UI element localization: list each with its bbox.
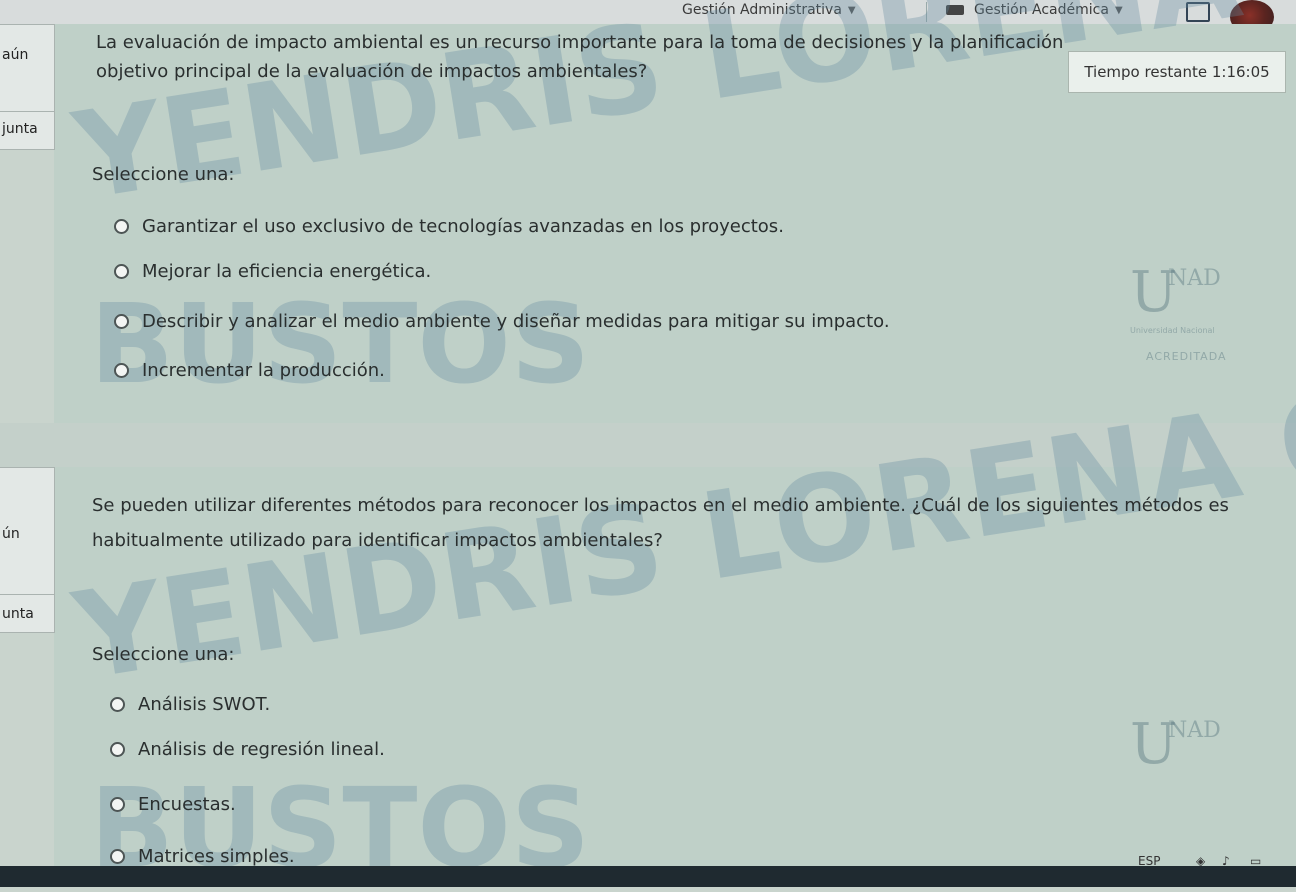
question-2-text-line1: Se pueden utilizar diferentes métodos pa… [92, 495, 1229, 516]
question-2-option-c[interactable]: Encuestas. [110, 794, 236, 815]
menu-divider [926, 2, 927, 22]
chevron-down-icon: ▼ [847, 4, 856, 16]
question-2-option-d[interactable]: Matrices simples. [110, 846, 295, 867]
menu-gestion-academica[interactable]: Gestión Académica ▼ [946, 2, 1123, 18]
time-remaining-text: Tiempo restante 1:16:05 [1084, 63, 1270, 81]
option-label: Encuestas. [138, 794, 236, 815]
question-1-option-d[interactable]: Incrementar la producción. [114, 360, 385, 381]
question-1-option-b[interactable]: Mejorar la eficiencia energética. [114, 261, 431, 282]
question-1-state: aún [2, 47, 29, 63]
question-separator [0, 423, 1296, 467]
battery-icon[interactable]: ▭ [1250, 854, 1261, 868]
question-1-text-line2: objetivo principal de la evaluación de i… [96, 61, 648, 82]
unad-logo-subtitle: Universidad Nacional [1130, 326, 1215, 335]
unad-logo: U NAD Universidad Nacional ACREDITADA [1130, 260, 1226, 363]
wifi-icon[interactable]: ◈ [1196, 854, 1205, 868]
question-1-option-c[interactable]: Describir y analizar el medio ambiente y… [114, 311, 890, 332]
edit-icon[interactable] [1186, 2, 1210, 22]
unad-logo: U NAD [1130, 712, 1221, 777]
divider [0, 594, 54, 595]
question-1-option-a[interactable]: Garantizar el uso exclusivo de tecnologí… [114, 216, 784, 237]
radio-button[interactable] [110, 697, 125, 712]
menu-gestion-academica-label: Gestión Académica [974, 2, 1109, 18]
option-label: Incrementar la producción. [142, 360, 385, 381]
windows-taskbar: ESP ◈ ♪ ▭ [0, 854, 1296, 887]
menu-gestion-administrativa-label: Gestión Administrativa [682, 2, 842, 18]
question-2-option-a[interactable]: Análisis SWOT. [110, 694, 270, 715]
chevron-down-icon: ▼ [1114, 4, 1123, 16]
divider [0, 111, 54, 112]
question-1-info: aún junta [0, 24, 55, 150]
radio-button[interactable] [114, 363, 129, 378]
time-remaining-box: Tiempo restante 1:16:05 [1068, 51, 1286, 93]
radio-button[interactable] [110, 797, 125, 812]
language-indicator[interactable]: ESP [1138, 854, 1160, 868]
option-label: Describir y analizar el medio ambiente y… [142, 311, 890, 332]
academic-cap-icon [946, 5, 964, 15]
unad-logo-nad: NAD [1168, 718, 1221, 743]
question-1-select-label: Seleccione una: [92, 164, 235, 185]
radio-button[interactable] [110, 742, 125, 757]
unad-logo-nad: NAD [1168, 266, 1221, 291]
option-label: Análisis SWOT. [138, 694, 271, 715]
menu-gestion-administrativa[interactable]: Gestión Administrativa ▼ [682, 2, 856, 18]
radio-button[interactable] [114, 314, 129, 329]
question-2-option-b[interactable]: Análisis de regresión lineal. [110, 739, 385, 760]
question-2-label: unta [2, 606, 34, 622]
radio-button[interactable] [110, 849, 125, 864]
top-navigation-bar: Gestión Administrativa ▼ Gestión Académi… [0, 0, 1296, 34]
question-1-label: junta [2, 121, 38, 137]
question-2-select-label: Seleccione una: [92, 644, 235, 665]
option-label: Garantizar el uso exclusivo de tecnologí… [142, 216, 784, 237]
unad-logo-accreditation: ACREDITADA [1146, 350, 1227, 363]
option-label: Mejorar la eficiencia energética. [142, 261, 432, 282]
question-2-info: ún unta [0, 467, 55, 633]
question-2-state: ún [2, 526, 20, 542]
option-label: Matrices simples. [138, 846, 295, 867]
question-1-text-line1: La evaluación de impacto ambiental es un… [96, 32, 1064, 53]
option-label: Análisis de regresión lineal. [138, 739, 385, 760]
radio-button[interactable] [114, 264, 129, 279]
radio-button[interactable] [114, 219, 129, 234]
question-2-text-line2: habitualmente utilizado para identificar… [92, 530, 663, 551]
volume-icon[interactable]: ♪ [1222, 854, 1230, 868]
